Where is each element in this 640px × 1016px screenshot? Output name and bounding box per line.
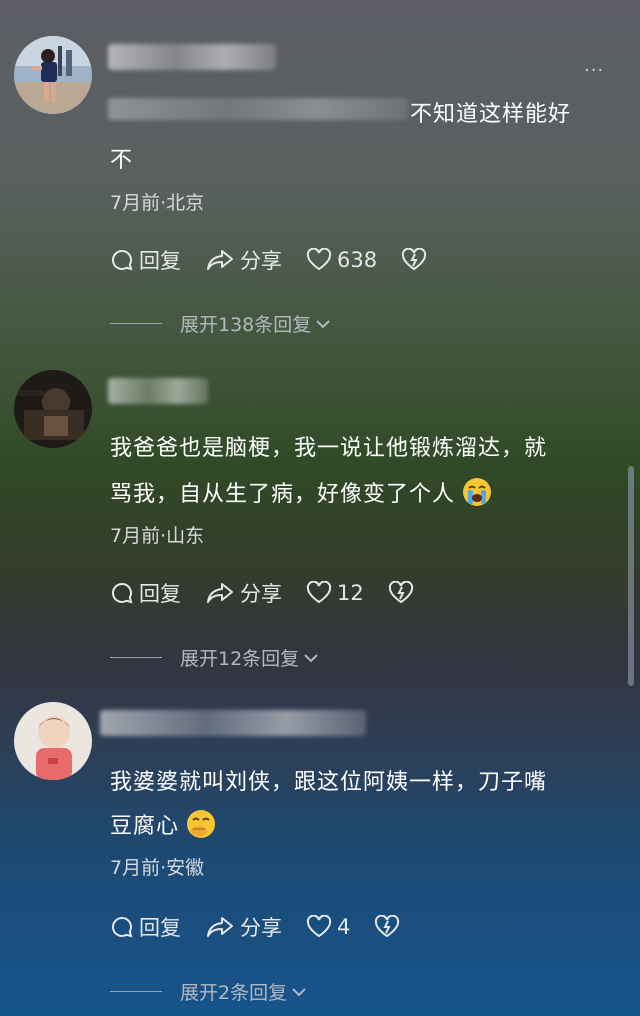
comment-text-line-2: 不: [110, 148, 134, 173]
avatar[interactable]: [14, 702, 92, 780]
avatar[interactable]: [14, 370, 92, 448]
avatar[interactable]: [14, 36, 92, 114]
divider: [110, 657, 162, 658]
like-count: 4: [337, 915, 351, 939]
expand-replies-label: 展开12条回复: [180, 648, 300, 670]
reply-button[interactable]: 回复: [110, 245, 181, 275]
like-button[interactable]: 638: [306, 248, 377, 272]
text-redacted: [108, 98, 408, 120]
comment-icon: [112, 916, 133, 938]
reply-label: 回复: [139, 916, 181, 940]
comment-text-line-2-text: 豆腐心: [110, 814, 180, 839]
share-icon: [207, 250, 233, 270]
comment-text-line-1: 不知道这样能好: [410, 102, 572, 127]
reply-button[interactable]: 回复: [110, 912, 181, 942]
chevron-down-icon: [304, 653, 318, 662]
username-redacted: [100, 710, 366, 736]
comment-actions: 回复 分享 4: [110, 912, 429, 942]
dislike-icon: [375, 915, 400, 938]
dislike-button[interactable]: [388, 581, 419, 605]
dislike-button[interactable]: [374, 915, 405, 939]
hand-over-mouth-emoji-icon: [185, 808, 217, 846]
dislike-icon: [388, 581, 413, 604]
comment-text-line-1: 我婆婆就叫刘侠，跟这位阿姨一样，刀子嘴: [110, 770, 548, 795]
share-icon: [207, 583, 233, 603]
comment-text-line-1: 我爸爸也是脑梗，我一说让他锻炼溜达，就: [110, 436, 548, 461]
comment-actions: 回复 分享 638: [110, 245, 456, 275]
comment-text-line-2: 豆腐心: [110, 808, 217, 846]
share-label: 分享: [240, 249, 282, 273]
chevron-down-icon: [292, 987, 306, 996]
dislike-button[interactable]: [401, 248, 432, 272]
like-button[interactable]: 4: [306, 915, 350, 939]
comment-icon: [112, 582, 133, 604]
dislike-icon: [401, 248, 427, 271]
expand-replies-button[interactable]: 展开138条回复: [110, 310, 331, 337]
comment-item: 我爸爸也是脑梗，我一说让他锻炼溜达，就 骂我，自从生了病，好像变了个人 7月前·…: [0, 340, 640, 680]
reply-label: 回复: [139, 582, 181, 606]
heart-icon: [306, 581, 332, 604]
comment-meta: 7月前·北京: [110, 192, 205, 214]
comment-text-line-2: 骂我，自从生了病，好像变了个人: [110, 476, 493, 514]
divider: [110, 323, 162, 324]
expand-replies-button[interactable]: 展开2条回复: [110, 978, 307, 1005]
divider: [110, 991, 162, 992]
loudly-crying-emoji-icon: [461, 476, 493, 514]
comment-meta: 7月前·山东: [110, 525, 205, 547]
username-redacted: [108, 378, 208, 404]
share-button[interactable]: 分享: [205, 578, 282, 608]
comment-text-line-2-text: 骂我，自从生了病，好像变了个人: [110, 482, 456, 507]
like-button[interactable]: 12: [306, 581, 364, 605]
comment-item: 我婆婆就叫刘侠，跟这位阿姨一样，刀子嘴 豆腐心 7月前·安徽 回复 分享 4 展…: [0, 680, 640, 1016]
expand-replies-label: 展开138条回复: [180, 314, 312, 336]
share-button[interactable]: 分享: [205, 245, 282, 275]
reply-button[interactable]: 回复: [110, 578, 181, 608]
share-button[interactable]: 分享: [205, 912, 282, 942]
share-label: 分享: [240, 582, 282, 606]
heart-icon: [306, 248, 332, 271]
like-count: 12: [337, 581, 364, 605]
comment-meta: 7月前·安徽: [110, 857, 205, 879]
reply-label: 回复: [139, 249, 181, 273]
heart-icon: [306, 915, 332, 938]
share-icon: [207, 917, 233, 937]
like-count: 638: [337, 248, 378, 272]
comment-actions: 回复 分享 12: [110, 578, 443, 608]
expand-replies-button[interactable]: 展开12条回复: [110, 644, 319, 671]
share-label: 分享: [240, 916, 282, 940]
comment-icon: [112, 249, 133, 271]
comment-item: 不知道这样能好 不 7月前·北京 回复 分享 638 展开138条回复: [0, 0, 640, 340]
expand-replies-label: 展开2条回复: [180, 982, 288, 1004]
chevron-down-icon: [316, 319, 330, 328]
username-redacted: [108, 44, 276, 70]
